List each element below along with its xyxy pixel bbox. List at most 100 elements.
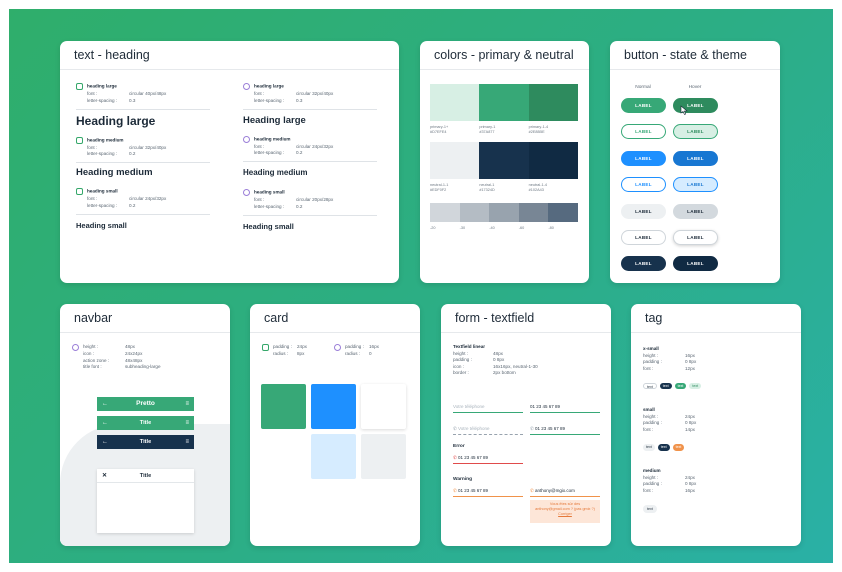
menu-icon[interactable]: ≡: [185, 416, 189, 430]
swatch-primary: [479, 84, 529, 121]
mobile-icon: [243, 135, 250, 143]
label-button-blue[interactable]: LABEL: [621, 151, 666, 166]
input-value: 01 23 45 67 89: [458, 488, 489, 493]
phone-input-icon-filled[interactable]: ✆ 01 23 45 67 89: [530, 423, 600, 435]
mobile-icon: [72, 344, 79, 351]
card-form-textfield: form - textfield Textfield linear height…: [441, 304, 611, 546]
back-arrow-icon[interactable]: ←: [102, 416, 108, 430]
spec-title: Textfield linear: [453, 344, 486, 349]
back-arrow-icon[interactable]: ←: [102, 435, 108, 449]
card-title: colors - primary & neutral: [420, 41, 589, 70]
label-button-primary-outline[interactable]: LABEL: [621, 124, 666, 139]
label-button-dark[interactable]: LABEL: [621, 256, 666, 271]
card-sample-white: [361, 384, 406, 429]
grey-scale-swatches: [430, 203, 578, 222]
tag-pill: text: [657, 443, 670, 451]
swatch-hex: #D7EFE4: [430, 130, 447, 134]
close-icon[interactable]: ✕: [102, 469, 107, 483]
swatch-grey-60: [518, 203, 549, 222]
heading-spec-small: heading small font : circular 20px/28px l…: [243, 189, 377, 231]
warning-label: Warning: [453, 477, 473, 482]
label-button-primary-outline-hover[interactable]: LABEL: [673, 124, 718, 139]
spec-key: radius :: [345, 351, 361, 356]
spec-key: font :: [254, 91, 265, 97]
navbar-title: Title: [139, 420, 152, 426]
tag-pill: text: [643, 383, 657, 390]
label-button-dark-hover[interactable]: LABEL: [673, 256, 718, 271]
spec-value: 48px: [125, 344, 135, 349]
card-spec-b: padding : 16px radius : 0: [334, 344, 379, 358]
spec-value: circular 32px/40px: [129, 144, 167, 150]
spec-key: font :: [87, 144, 98, 150]
tag-group-name: x-small: [643, 346, 659, 351]
swatch-neutral-dark: [528, 142, 578, 179]
navbar-title: Title: [139, 473, 152, 479]
label-button-primary[interactable]: LABEL: [621, 98, 666, 113]
back-arrow-icon[interactable]: ←: [102, 397, 108, 411]
swatch-primary-dark: [528, 84, 578, 121]
label-button-neutral-hover[interactable]: LABEL: [673, 204, 718, 219]
input-value: anthony@mgix.com: [535, 488, 575, 493]
swatch-grey-30: [459, 203, 490, 222]
spec-value: 0.3: [129, 97, 136, 103]
phone-input-placeholder[interactable]: Votre téléphone: [453, 401, 523, 413]
label-button-neutral-outline[interactable]: LABEL: [621, 230, 666, 245]
mobile-icon: [243, 83, 250, 90]
grey-scale-labels: -20 -30 -40 -60 -80: [430, 226, 578, 230]
spec-value: 12px: [685, 365, 695, 371]
menu-icon[interactable]: ≡: [185, 435, 189, 449]
spec-key: icon :: [83, 351, 94, 356]
label-button-blue-outline[interactable]: LABEL: [621, 177, 666, 192]
spec-value: 0 8px: [685, 481, 697, 487]
correct-link[interactable]: Corriger: [533, 512, 597, 517]
card-colors: colors - primary & neutral primary-1+ #D7…: [420, 41, 589, 283]
phone-input-icon-placeholder[interactable]: ✆ Votre téléphone: [453, 423, 523, 435]
spec-key: letter-spacing :: [254, 150, 285, 156]
mobile-icon: [334, 344, 341, 351]
label-button-neutral[interactable]: LABEL: [621, 204, 666, 219]
email-input-warning[interactable]: ✆ anthony@mgix.com: [530, 485, 600, 497]
swatch-hex: #EDF0F2: [430, 188, 447, 192]
navbar-title: Title: [139, 439, 152, 445]
swatch-name: -40: [489, 226, 495, 230]
heading-column-desktop: heading large font : circular 40px/48px l…: [76, 83, 210, 239]
spec-key: font :: [87, 91, 98, 97]
navbar-sample-modal: ✕ Title: [97, 469, 194, 533]
swatch-grey-40: [489, 203, 519, 222]
phone-input-filled[interactable]: 01 23 45 67 89: [530, 401, 600, 413]
card-text-heading: text - heading heading large font : circu…: [60, 41, 399, 283]
swatch-primary-light: [430, 84, 480, 121]
spec-key: font :: [254, 143, 265, 149]
tag-group-xsmall: x-small height : 16px padding : 0 8px font…: [643, 346, 704, 395]
label-button-neutral-outline-hover[interactable]: LABEL: [673, 230, 718, 245]
spec-value: subheading-large: [125, 364, 161, 370]
email-suggestion-hint: Vous êtes sûr des anthony@gmail.com ? (p…: [530, 500, 600, 523]
phone-input-warning[interactable]: ✆ 01 23 45 67 89: [453, 485, 523, 497]
spec-value: 24px: [297, 344, 307, 349]
spec-key: height :: [643, 352, 659, 358]
mobile-icon: [243, 189, 250, 196]
card-sample-green: [261, 384, 306, 429]
tag-pill: text: [643, 505, 657, 514]
spec-key: padding :: [273, 344, 292, 349]
label-button-blue-hover[interactable]: LABEL: [673, 151, 718, 166]
menu-icon[interactable]: ≡: [185, 397, 189, 411]
swatch-grey-80: [548, 203, 578, 222]
spec-value: 24px: [685, 474, 695, 480]
navbar-specs: height : 48px icon : 24x24px action zone :…: [72, 344, 161, 371]
phone-input-error[interactable]: ✆ 01 23 45 67 89: [453, 452, 523, 464]
spec-key: height :: [643, 474, 659, 480]
spec-name: heading large: [87, 83, 117, 89]
tag-pill: text: [643, 443, 655, 451]
navbar-title: Pretto: [136, 400, 155, 407]
spec-value: 0: [369, 351, 372, 356]
tag-pill: text: [689, 383, 702, 390]
swatch-name: -30: [459, 226, 466, 230]
spec-key: letter-spacing :: [254, 203, 285, 209]
spec-value: 48x48px: [125, 357, 143, 363]
label-button-blue-outline-hover[interactable]: LABEL: [673, 177, 718, 192]
card-tag: tag x-small height : 16px padding : 0 8px …: [631, 304, 801, 546]
spec-key: letter-spacing :: [87, 151, 118, 157]
spec-name: heading small: [87, 188, 118, 194]
swatch-name: primary-1+: [430, 125, 449, 129]
